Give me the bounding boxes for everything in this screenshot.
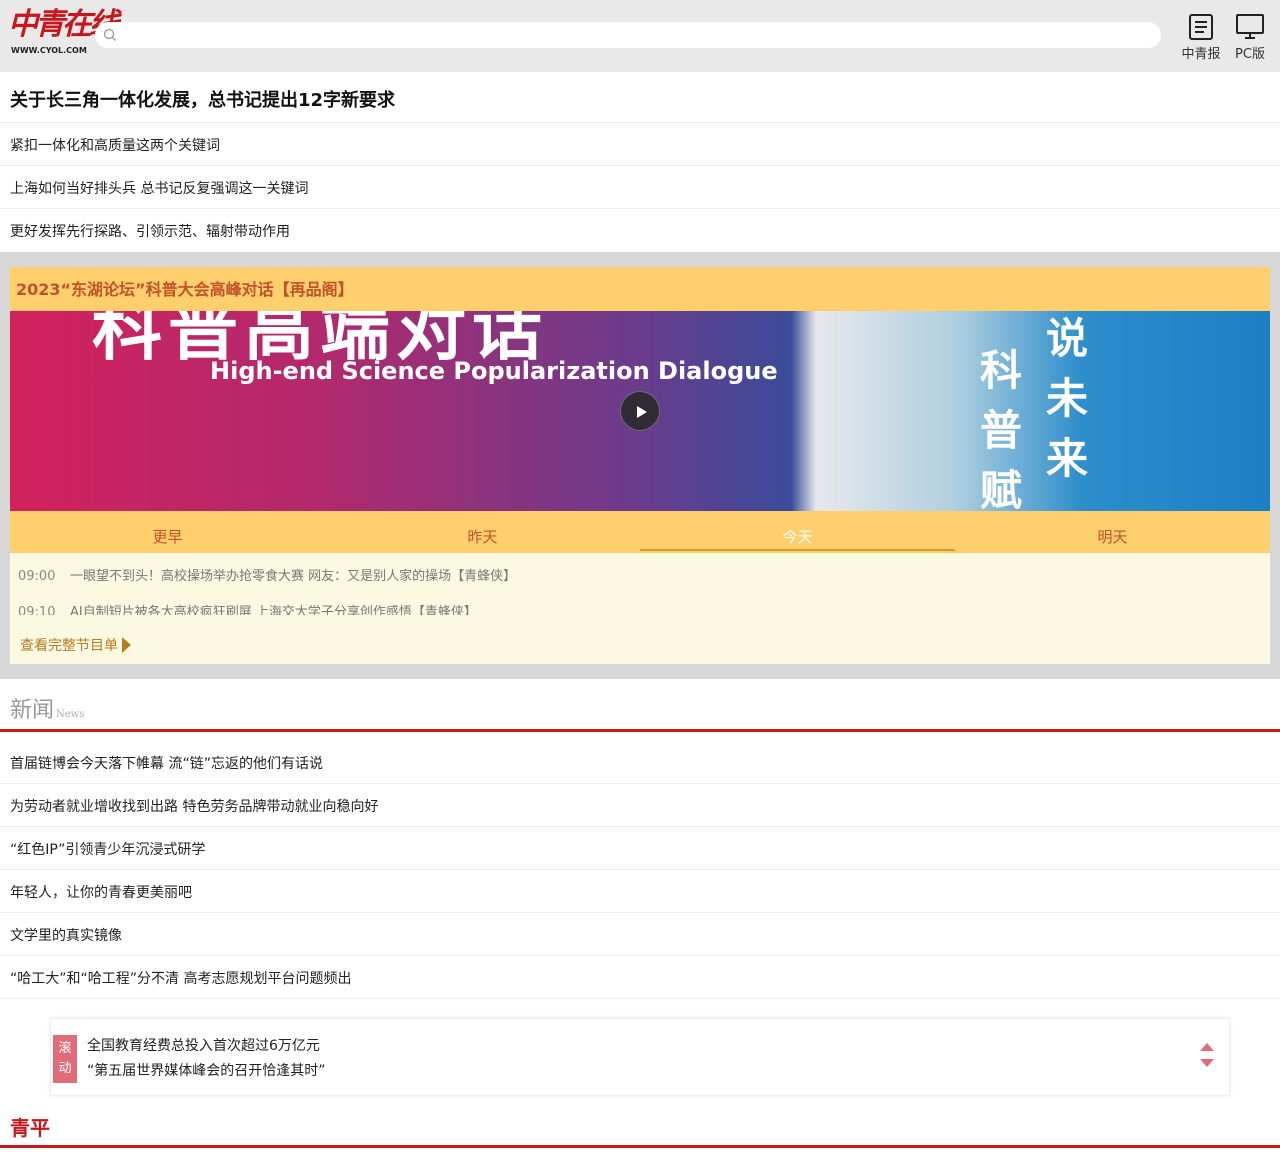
section-divider-red <box>0 1145 1280 1148</box>
ticker-arrows <box>1200 1043 1214 1067</box>
schedule-title: AI自制短片被各大高校疯狂刷屏 上海交大学子分享创作感悟【青蜂侠】 <box>70 605 477 615</box>
ticker-badge: 滚 动 <box>53 1035 77 1083</box>
news-title-zh: 新闻 <box>10 698 55 723</box>
section-divider-red <box>0 729 1280 732</box>
site-logo[interactable]: 中青在线 WWW.CYOL.COM <box>8 7 119 60</box>
schedule-item[interactable]: 09:10 AI自制短片被各大高校疯狂刷屏 上海交大学子分享创作感悟【青蜂侠】 <box>18 601 477 615</box>
divider <box>0 122 1280 123</box>
divider <box>0 998 1280 999</box>
video-card: 2023“东湖论坛”科普大会高峰对话【再品阁】 科普高端对话 High-end … <box>10 267 1270 664</box>
calligraphy-char: 来 <box>1046 434 1089 483</box>
divider <box>0 826 1280 827</box>
news-item[interactable]: 为劳动者就业增收找到出路 特色劳务品牌带动就业向稳向好 <box>10 796 378 816</box>
news-item[interactable]: 年轻人，让你的青春更美丽吧 <box>10 882 192 902</box>
calligraphy-char: 普 <box>980 406 1023 455</box>
tab-earlier[interactable]: 更早 <box>10 511 325 553</box>
search-icon <box>103 28 116 41</box>
tab-today[interactable]: 今天 <box>640 511 955 553</box>
divider <box>0 912 1280 913</box>
newspaper-button[interactable]: 中青报 <box>1179 14 1223 62</box>
ticker-badge-char: 滚 <box>58 1041 72 1056</box>
arrow-down-icon <box>1200 1059 1214 1067</box>
search-bar[interactable] <box>95 22 1161 48</box>
top-link[interactable]: 上海如何当好排头兵 总书记反复强调这一关键词 <box>10 178 308 198</box>
top-header: 中青在线 WWW.CYOL.COM 中青报 PC版 <box>0 0 1280 72</box>
pc-version-button[interactable]: PC版 <box>1228 14 1272 62</box>
logo-url: WWW.CYOL.COM <box>11 46 87 55</box>
full-schedule-label: 查看完整节目单 <box>20 638 118 654</box>
pc-version-label: PC版 <box>1235 47 1265 62</box>
headline[interactable]: 关于长三角一体化发展，总书记提出12字新要求 <box>10 86 395 112</box>
scrolling-news-ticker: 滚 动 全国教育经费总投入首次超过6万亿元 “第五届世界媒体峰会的召开恰逢其时” <box>50 1018 1230 1096</box>
divider <box>0 208 1280 209</box>
ticker-item[interactable]: 全国教育经费总投入首次超过6万亿元 <box>87 1035 320 1055</box>
tab-tomorrow[interactable]: 明天 <box>955 511 1270 553</box>
divider <box>0 165 1280 166</box>
schedule-list: 09:00 一眼望不到头！高校操场举办抢零食大赛 网友：又是别人家的操场【青蜂侠】… <box>10 553 1270 615</box>
schedule-time: 09:00 <box>18 569 56 584</box>
divider <box>0 869 1280 870</box>
divider <box>0 783 1280 784</box>
search-input[interactable] <box>125 22 1145 48</box>
news-item[interactable]: 文学里的真实镜像 <box>10 925 122 945</box>
news-item[interactable]: “红色IP”引领青少年沉浸式研学 <box>10 839 205 859</box>
schedule-time: 09:10 <box>18 605 56 615</box>
ticker-badge-char: 动 <box>58 1061 72 1076</box>
ticker-item[interactable]: “第五届世界媒体峰会的召开恰逢其时” <box>87 1060 326 1080</box>
news-item[interactable]: “哈工大”和“哈工程”分不清 高考志愿规划平台问题频出 <box>10 968 351 988</box>
newspaper-icon <box>1189 14 1213 40</box>
newspaper-label: 中青报 <box>1181 47 1221 62</box>
calligraphy-char: 未 <box>1046 374 1089 423</box>
top-link[interactable]: 更好发挥先行探路、引领示范、辐射带动作用 <box>10 221 290 241</box>
arrow-up-icon <box>1200 1043 1214 1051</box>
schedule-tabs: 更早 昨天 今天 明天 <box>10 511 1270 553</box>
schedule-title: 一眼望不到头！高校操场举办抢零食大赛 网友：又是别人家的操场【青蜂侠】 <box>70 569 517 584</box>
news-section-title: 新闻 News <box>10 692 84 724</box>
play-icon[interactable] <box>620 391 660 431</box>
video-image-subtitle: High-end Science Popularization Dialogue <box>210 357 778 385</box>
video-player[interactable]: 科普高端对话 High-end Science Popularization D… <box>10 311 1270 511</box>
news-title-en: News <box>56 709 85 720</box>
video-title[interactable]: 2023“东湖论坛”科普大会高峰对话【再品阁】 <box>10 267 1270 311</box>
schedule-item[interactable]: 09:00 一眼望不到头！高校操场举办抢零食大赛 网友：又是别人家的操场【青蜂侠】 <box>18 565 516 584</box>
news-item[interactable]: 首届链博会今天落下帷幕 流“链”忘返的他们有话说 <box>10 753 323 773</box>
arrow-right-icon <box>122 637 131 653</box>
calligraphy-char: 说 <box>1046 314 1089 363</box>
full-schedule-link[interactable]: 查看完整节目单 <box>20 635 131 655</box>
qingping-section-title: 青平 <box>10 1116 50 1140</box>
monitor-icon <box>1236 14 1264 39</box>
divider <box>0 955 1280 956</box>
active-tab-indicator <box>640 549 955 551</box>
tab-yesterday[interactable]: 昨天 <box>325 511 640 553</box>
calligraphy-char: 科 <box>980 346 1023 395</box>
calligraphy-char: 赋 <box>980 466 1023 511</box>
logo-mark: 中青在线 <box>8 7 119 42</box>
top-link[interactable]: 紧扣一体化和高质量这两个关键词 <box>10 135 220 155</box>
